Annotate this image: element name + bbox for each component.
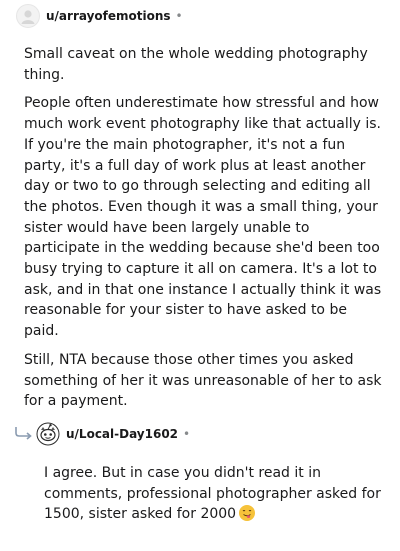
avatar[interactable] <box>36 422 60 446</box>
username[interactable]: u/arrayofemotions <box>46 9 171 23</box>
snoo-avatar-icon <box>36 422 60 446</box>
separator-dot: • <box>175 9 183 23</box>
grinning-tongue-emoji-icon <box>239 505 256 522</box>
comment-text: I agree. But in case you didn't read it … <box>44 465 381 523</box>
comment-paragraph: Small caveat on the whole wedding photog… <box>24 46 368 83</box>
default-avatar-icon <box>21 10 35 24</box>
comment-body: Small caveat on the whole wedding photog… <box>24 44 386 420</box>
comment-paragraph: Still, NTA because those other times you… <box>24 351 382 410</box>
comment-header: u/Local-Day1602 • <box>36 422 190 446</box>
comment-body: I agree. But in case you didn't read it … <box>44 463 388 525</box>
comment-paragraph: People often underestimate how stressful… <box>24 95 382 340</box>
avatar[interactable] <box>16 4 40 28</box>
username[interactable]: u/Local-Day1602 <box>66 427 178 441</box>
comment-paragraph: I agree. But in case you didn't read it … <box>44 463 388 525</box>
separator-dot: • <box>183 427 191 441</box>
comment-header: u/arrayofemotions • <box>16 4 183 28</box>
reply-thread-arrow-icon <box>15 427 32 440</box>
